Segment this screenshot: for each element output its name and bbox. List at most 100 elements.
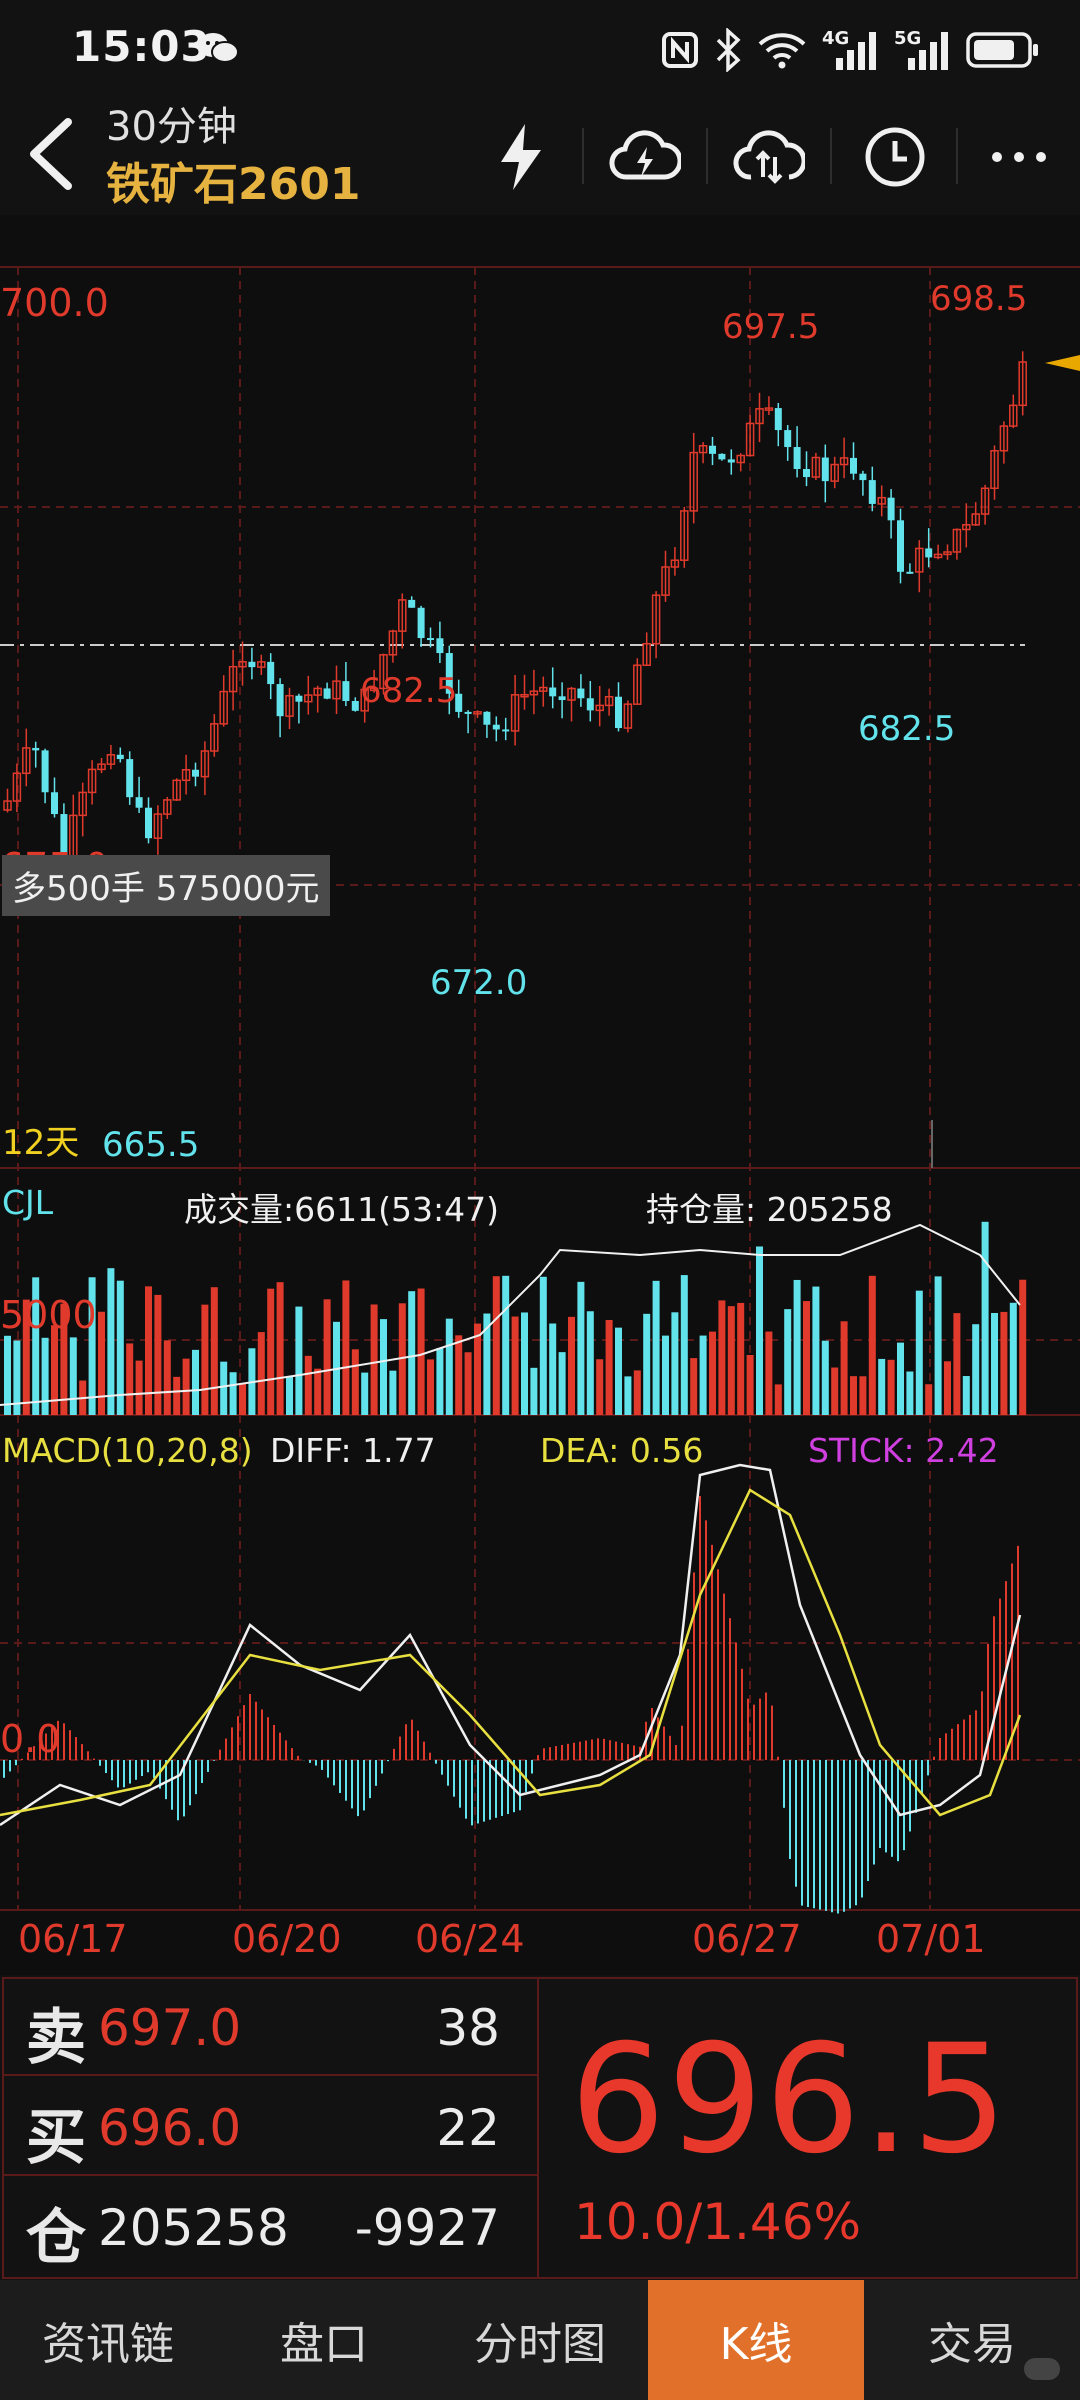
volume-bar bbox=[304, 1355, 312, 1415]
candle-body bbox=[492, 724, 500, 730]
nav-trade[interactable]: 交易 bbox=[864, 2280, 1080, 2400]
position-order-box[interactable]: 多500手 575000元 bbox=[2, 855, 330, 916]
date-label: 06/24 bbox=[415, 1917, 525, 1961]
volume-bar bbox=[718, 1300, 726, 1415]
candle-body bbox=[41, 750, 49, 793]
signal-4g-icon: 4G bbox=[822, 28, 880, 72]
oi-char: 仓 bbox=[26, 2203, 86, 2273]
low-label-672: 672.0 bbox=[430, 963, 528, 1003]
bid-row[interactable]: 买 696.0 22 bbox=[0, 2075, 536, 2175]
candle-body bbox=[549, 687, 557, 697]
period-label[interactable]: 30分钟 bbox=[106, 94, 237, 152]
candle-body bbox=[577, 688, 585, 699]
candle-body bbox=[267, 661, 275, 685]
open-interest-line bbox=[0, 1223, 1021, 1406]
volume-bar bbox=[765, 1331, 773, 1415]
volume-bar bbox=[539, 1276, 547, 1415]
volume-bar bbox=[709, 1331, 716, 1415]
volume-scale: 5000 bbox=[0, 1293, 97, 1337]
ask-qty: 38 bbox=[436, 1999, 500, 2057]
nfc-icon bbox=[662, 32, 698, 68]
volume-bar bbox=[201, 1304, 209, 1415]
candle-body bbox=[427, 638, 434, 641]
volume-bar bbox=[981, 1221, 989, 1415]
volume-bar bbox=[662, 1335, 669, 1415]
more-icon[interactable] bbox=[974, 112, 1064, 202]
toolbar-divider bbox=[582, 128, 584, 184]
nav-kline[interactable]: K线 bbox=[648, 2280, 864, 2400]
candle-body bbox=[868, 480, 876, 504]
nav-news-chain[interactable]: 资讯链 bbox=[0, 2280, 216, 2400]
low-label-682: 682.5 bbox=[858, 709, 956, 749]
candle-body bbox=[821, 457, 829, 482]
volume-bar bbox=[380, 1319, 387, 1415]
candles-group bbox=[3, 351, 1027, 878]
oi-change: -9927 bbox=[354, 2199, 500, 2257]
candle-body bbox=[464, 711, 472, 714]
volume-bar bbox=[135, 1360, 143, 1415]
volume-text: 成交量:6611(53:47) bbox=[184, 1190, 499, 1229]
volume-bar bbox=[351, 1349, 359, 1415]
volume-bar bbox=[953, 1313, 961, 1415]
candle-body bbox=[248, 661, 256, 668]
ask-row[interactable]: 卖 697.0 38 bbox=[0, 1975, 536, 2075]
volume-bar bbox=[840, 1321, 848, 1415]
back-icon[interactable] bbox=[18, 114, 88, 194]
macd-title[interactable]: MACD(10,20,8) bbox=[2, 1431, 253, 1470]
candle-body bbox=[718, 453, 726, 460]
volume-bar bbox=[784, 1309, 792, 1415]
volume-bar bbox=[257, 1332, 265, 1415]
contract-name[interactable]: 铁矿石2601 bbox=[106, 148, 360, 212]
bluetooth-icon bbox=[716, 28, 741, 72]
volume-bar bbox=[530, 1367, 538, 1415]
clock-icon[interactable] bbox=[850, 112, 940, 202]
candle-body bbox=[276, 684, 284, 717]
candle-body bbox=[906, 571, 914, 574]
volume-bar bbox=[831, 1367, 839, 1415]
flash-icon[interactable] bbox=[476, 112, 566, 202]
volume-bar bbox=[699, 1335, 707, 1415]
volume-bar bbox=[680, 1275, 688, 1415]
nav-order-book[interactable]: 盘口 bbox=[216, 2280, 432, 2400]
volume-bar bbox=[549, 1323, 557, 1415]
candle-body bbox=[925, 548, 933, 558]
volume-bar bbox=[267, 1288, 275, 1415]
volume-title[interactable]: CJL bbox=[2, 1183, 53, 1222]
volume-bar bbox=[229, 1372, 237, 1415]
oi-value: 205258 bbox=[98, 2199, 289, 2257]
volume-bar bbox=[727, 1306, 735, 1415]
open-interest-text: 持仓量: 205258 bbox=[646, 1190, 893, 1229]
volume-bar bbox=[850, 1376, 857, 1415]
volume-bar bbox=[342, 1280, 350, 1415]
candle-body bbox=[295, 695, 303, 702]
candle-body bbox=[483, 711, 491, 725]
volume-bar bbox=[323, 1299, 331, 1415]
volume-bar bbox=[868, 1275, 876, 1415]
volume-bar bbox=[624, 1376, 632, 1415]
volume-bar bbox=[906, 1371, 914, 1415]
volume-bar bbox=[756, 1246, 763, 1415]
cloud-sync-icon[interactable] bbox=[724, 112, 814, 202]
volume-bar bbox=[69, 1337, 77, 1415]
kline-chart-area[interactable]: 700.0 675.0 698.5 697.5 682.5 682.5 672.… bbox=[0, 215, 1080, 1975]
volume-bar bbox=[568, 1316, 575, 1415]
candle-body bbox=[145, 807, 152, 839]
days-label: 12天 bbox=[2, 1123, 80, 1163]
volume-bar bbox=[163, 1340, 171, 1415]
volume-bar bbox=[154, 1294, 162, 1415]
volume-bar bbox=[436, 1348, 444, 1415]
volume-bar bbox=[276, 1282, 284, 1415]
volume-bar bbox=[821, 1340, 829, 1415]
volume-bar bbox=[586, 1311, 594, 1415]
volume-bar bbox=[915, 1290, 923, 1415]
candle-body bbox=[897, 520, 904, 572]
volume-bar bbox=[1009, 1302, 1017, 1415]
volume-bar bbox=[126, 1343, 134, 1415]
candle-body bbox=[192, 769, 199, 777]
volume-bar bbox=[182, 1358, 190, 1415]
nav-intraday[interactable]: 分时图 bbox=[432, 2280, 648, 2400]
cloud-flash-icon[interactable] bbox=[600, 112, 690, 202]
volume-bar bbox=[577, 1281, 585, 1415]
volume-bar bbox=[408, 1291, 416, 1415]
volume-bar bbox=[295, 1306, 303, 1415]
